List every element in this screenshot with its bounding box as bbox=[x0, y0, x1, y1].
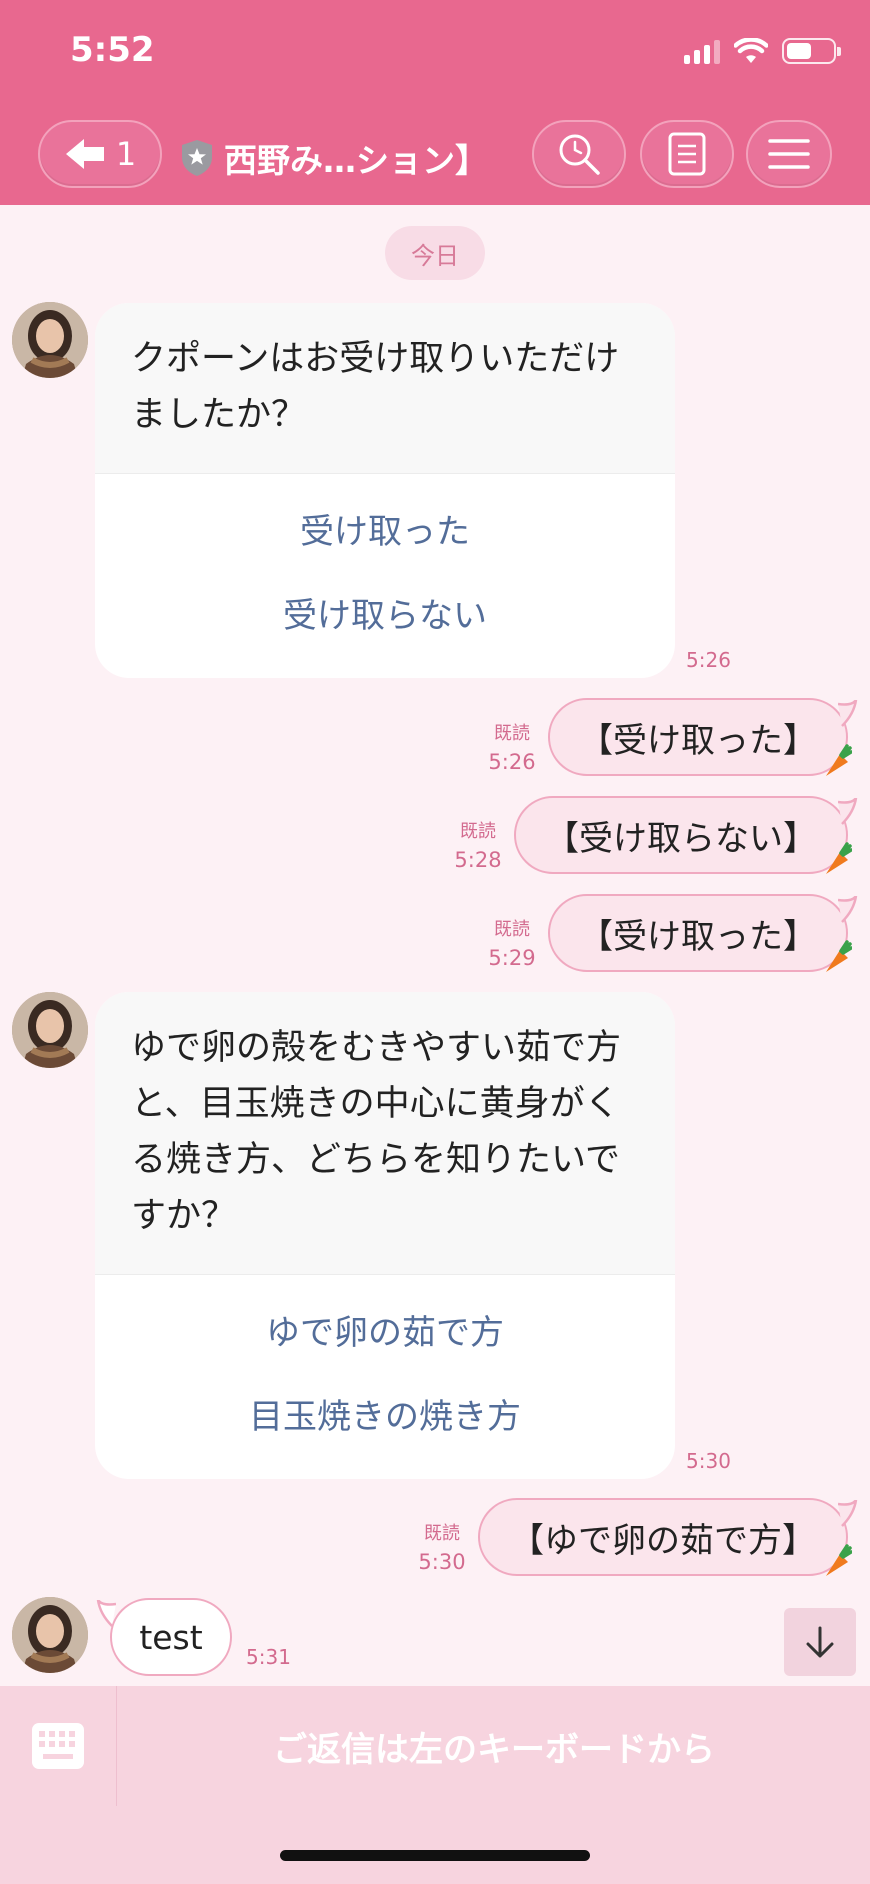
back-button[interactable]: 1 bbox=[38, 120, 162, 188]
profile-photo-icon bbox=[12, 992, 88, 1068]
read-receipt: 既読 5:28 bbox=[450, 818, 506, 874]
question-card: ゆで卵の殻をむきやすい茹で方と、目玉焼きの中心に黄身がくる焼き方、どちらを知りた… bbox=[95, 992, 675, 1479]
option-button[interactable]: ゆで卵の茹で方 bbox=[95, 1291, 675, 1375]
option-button[interactable]: 目玉焼きの焼き方 bbox=[95, 1375, 675, 1459]
read-label: 既読 bbox=[494, 919, 530, 940]
status-time: 5:52 bbox=[70, 30, 155, 70]
read-receipt: 既読 5:29 bbox=[484, 916, 540, 972]
read-label: 既読 bbox=[494, 723, 530, 744]
keyboard-button[interactable] bbox=[0, 1686, 117, 1806]
profile-photo-icon bbox=[12, 1597, 88, 1673]
message-text: 【受け取った】 bbox=[579, 720, 817, 761]
carrot-icon bbox=[826, 940, 852, 972]
official-shield-icon bbox=[182, 140, 212, 176]
outgoing-bubble[interactable]: 【ゆで卵の茹で方】 bbox=[478, 1498, 848, 1576]
option-button[interactable]: 受け取った bbox=[95, 490, 675, 574]
question-text: ゆで卵の殻をむきやすい茹で方と、目玉焼きの中心に黄身がくる焼き方、どちらを知りた… bbox=[95, 992, 675, 1275]
message-time: 5:31 bbox=[246, 1645, 291, 1669]
search-button[interactable] bbox=[532, 120, 626, 188]
message-time: 5:30 bbox=[686, 1449, 731, 1473]
unread-count: 1 bbox=[115, 135, 137, 173]
avatar[interactable] bbox=[12, 302, 88, 378]
read-receipt: 既読 5:30 bbox=[414, 1520, 470, 1576]
incoming-bubble[interactable]: test bbox=[110, 1598, 232, 1676]
search-icon bbox=[559, 134, 600, 175]
avatar[interactable] bbox=[12, 1597, 88, 1673]
option-button[interactable]: 受け取らない bbox=[95, 574, 675, 658]
question-card: クポーンはお受け取りいただけましたか？ 受け取った 受け取らない bbox=[95, 303, 675, 678]
status-icons bbox=[684, 38, 841, 64]
read-label: 既読 bbox=[460, 821, 496, 842]
bubble-tail-icon bbox=[838, 896, 858, 923]
notes-icon bbox=[668, 132, 706, 176]
carrot-icon bbox=[826, 1544, 852, 1576]
carrot-icon bbox=[826, 842, 852, 874]
message-text: test bbox=[139, 1617, 203, 1657]
message-time: 5:29 bbox=[488, 946, 536, 970]
cellular-signal-icon bbox=[684, 38, 720, 64]
bubble-tail-icon bbox=[838, 1500, 858, 1527]
bubble-tail-icon bbox=[838, 700, 858, 727]
outgoing-bubble[interactable]: 【受け取った】 bbox=[548, 894, 848, 972]
bubble-tail-icon bbox=[838, 798, 858, 825]
outgoing-bubble[interactable]: 【受け取らない】 bbox=[514, 796, 848, 874]
arrow-down-icon bbox=[806, 1626, 834, 1658]
chat-title-text: 西野み…ション】 bbox=[224, 141, 488, 180]
message-text: 【ゆで卵の茹で方】 bbox=[510, 1520, 816, 1561]
question-text: クポーンはお受け取りいただけましたか？ bbox=[95, 303, 675, 474]
notes-button[interactable] bbox=[640, 120, 734, 188]
message-time: 5:26 bbox=[488, 750, 536, 774]
avatar[interactable] bbox=[12, 992, 88, 1068]
keyboard-icon bbox=[32, 1723, 84, 1769]
message-time: 5:26 bbox=[686, 648, 731, 672]
carrot-icon bbox=[826, 744, 852, 776]
message-text: 【受け取った】 bbox=[579, 916, 817, 957]
chat-title[interactable]: 西野み…ション】 bbox=[180, 134, 488, 182]
read-receipt: 既読 5:26 bbox=[484, 720, 540, 776]
message-time: 5:30 bbox=[418, 1550, 466, 1574]
battery-icon bbox=[782, 38, 841, 64]
scroll-to-bottom-button[interactable] bbox=[784, 1608, 856, 1676]
outgoing-bubble[interactable]: 【受け取った】 bbox=[548, 698, 848, 776]
wifi-icon bbox=[734, 38, 768, 63]
back-arrow-icon bbox=[65, 139, 104, 169]
reply-hint-text: ご返信は左のキーボードから bbox=[273, 1729, 715, 1770]
menu-button[interactable] bbox=[746, 120, 832, 188]
message-text: 【受け取らない】 bbox=[545, 818, 817, 859]
profile-photo-icon bbox=[12, 302, 88, 378]
home-indicator bbox=[280, 1850, 590, 1861]
message-time: 5:28 bbox=[454, 848, 502, 872]
read-label: 既読 bbox=[424, 1523, 460, 1544]
app-header: 5:52 1 西野み…ション】 bbox=[0, 0, 870, 205]
date-separator: 今日 bbox=[385, 226, 485, 280]
hamburger-menu-icon bbox=[768, 139, 810, 169]
